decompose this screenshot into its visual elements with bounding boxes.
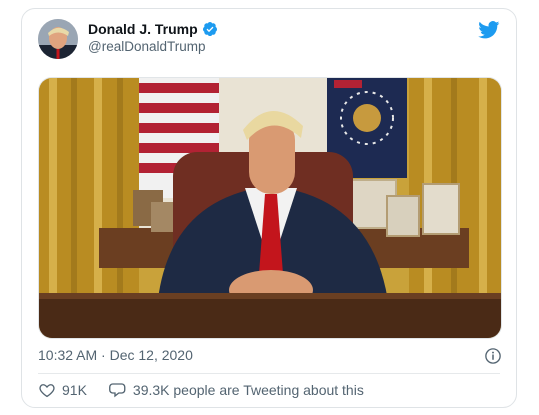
discussion-link[interactable]: 39.3K people are Tweeting about this	[108, 381, 364, 399]
info-icon[interactable]	[484, 347, 502, 365]
tweet-timestamp[interactable]: 10:32 AM · Dec 12, 2020	[38, 347, 193, 363]
like-count: 91K	[62, 382, 87, 398]
verified-badge-icon	[202, 21, 218, 37]
twitter-bird-icon[interactable]	[478, 21, 500, 39]
like-button[interactable]: 91K	[38, 381, 87, 399]
speech-bubble-icon	[108, 383, 126, 398]
curtain-left	[39, 78, 139, 308]
divider	[38, 373, 500, 374]
author-handle[interactable]: @realDonaldTrump	[88, 39, 218, 54]
avatar[interactable]	[38, 19, 78, 59]
display-name[interactable]: Donald J. Trump	[88, 21, 198, 37]
heart-icon	[39, 384, 55, 398]
tweet-actions: 91K 39.3K people are Tweeting about this	[38, 381, 364, 399]
tweet-card[interactable]: Donald J. Trump @realDonaldTrump 10:32 A…	[21, 8, 517, 408]
author-info: Donald J. Trump @realDonaldTrump	[88, 21, 218, 54]
tweet-header: Donald J. Trump @realDonaldTrump	[22, 9, 516, 79]
tweet-video[interactable]	[38, 77, 502, 339]
resolute-desk	[39, 293, 501, 338]
discussion-text: 39.3K people are Tweeting about this	[132, 382, 364, 398]
